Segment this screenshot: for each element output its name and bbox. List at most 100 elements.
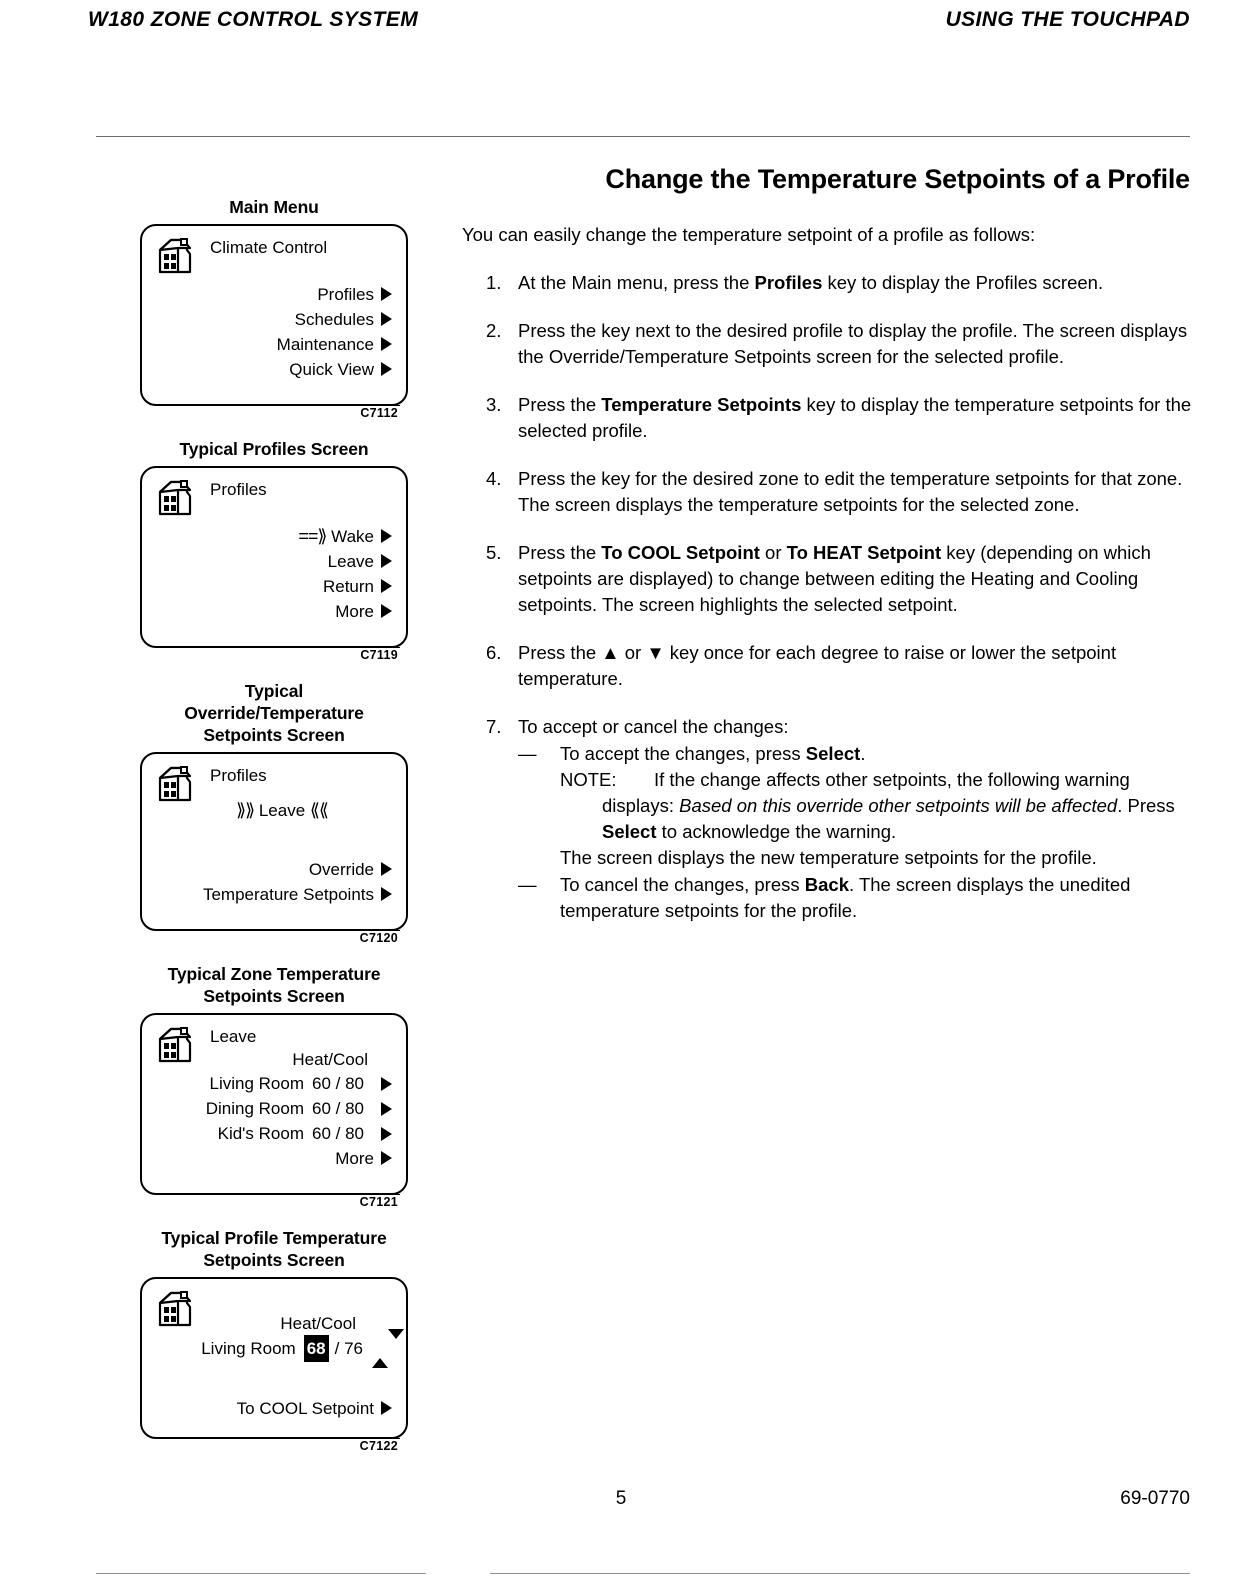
footer-rule-right	[490, 1573, 1190, 1574]
lcd-item-label: Maintenance	[276, 335, 374, 354]
step-number: 4.	[486, 467, 502, 489]
arrow-right-icon	[381, 1401, 392, 1415]
figure-column: Main Menu Climate Control Profiles Sched…	[140, 196, 408, 1453]
figure-caption: Typical Zone Temperature Setpoints Scree…	[140, 963, 408, 1007]
house-icon	[156, 236, 194, 281]
lcd-menu-item-quick-view[interactable]: Quick View	[154, 357, 392, 382]
arrow-right-icon	[381, 312, 392, 326]
arrow-right-icon	[381, 579, 392, 593]
figure-caption: Typical Profile Temperature Setpoints Sc…	[140, 1227, 408, 1271]
up-down-arrows-icon[interactable]	[372, 1329, 404, 1368]
arrow-right-icon	[381, 887, 392, 901]
intro-paragraph: You can easily change the temperature se…	[462, 223, 1036, 245]
house-icon	[156, 1025, 194, 1070]
step-number: 5.	[486, 541, 502, 563]
lcd-menu-item-return[interactable]: Return	[154, 574, 392, 599]
house-icon	[156, 1289, 194, 1334]
step-4: 4. Press the key for the desired zone to…	[462, 466, 1192, 518]
lcd-item-label: Return	[322, 577, 374, 596]
figure-caption-line: Typical Zone Temperature	[167, 964, 381, 984]
step-number: 2.	[486, 319, 502, 341]
dash-bullet: —	[518, 742, 537, 764]
lcd-selected-profile: ⟫⟫ Leave ⟪⟪	[172, 798, 392, 823]
header-left-title: W180 ZONE CONTROL SYSTEM	[88, 8, 419, 31]
lcd-item-label: More	[335, 602, 374, 621]
step-6: 6. Press the ▲ or ▼ key once for each de…	[462, 640, 1192, 692]
step-7-cancel-item: — To cancel the changes, press Back. The…	[518, 872, 1192, 924]
lcd-item-label: Leave	[327, 552, 374, 571]
step-7-after-note: The screen displays the new temperature …	[560, 846, 1097, 868]
step-3: 3. Press the Temperature Setpoints key t…	[462, 392, 1192, 444]
lcd-item-label: Profiles	[317, 285, 374, 304]
lcd-item-label: Schedules	[294, 310, 374, 329]
selected-profile-label: Leave	[258, 801, 306, 820]
lcd-menu-item-leave[interactable]: Leave	[154, 549, 392, 574]
lcd-zone-row-living-room[interactable]: Living Room 60 / 80	[154, 1071, 392, 1096]
arrow-right-icon	[381, 862, 392, 876]
lcd-zone-row-dining-room[interactable]: Dining Room 60 / 80	[154, 1096, 392, 1121]
figure-profiles-screen: Typical Profiles Screen Profiles ==⟫ Wak…	[140, 438, 408, 662]
step-text: Press the To COOL Setpoint or To HEAT Se…	[518, 541, 1151, 615]
selection-marker-left: ⟫⟫	[236, 800, 255, 820]
figure-caption: Typical Profiles Screen	[179, 439, 369, 459]
step-number: 3.	[486, 393, 502, 415]
instructions-column: You can easily change the temperature se…	[462, 203, 1192, 946]
heat-setpoint-value-selected[interactable]: 68	[303, 1335, 329, 1362]
lcd-item-label: Wake	[331, 527, 374, 546]
zone-setpoint-value: 60 / 80	[312, 1074, 364, 1093]
step-lead-text: To accept or cancel the changes:	[518, 715, 789, 737]
figure-caption-line: Typical	[244, 681, 304, 701]
zone-name: Dining Room	[205, 1099, 304, 1118]
lcd-item-label: Temperature Setpoints	[202, 885, 374, 904]
arrow-right-icon	[381, 604, 392, 618]
arrow-right-icon	[381, 1101, 392, 1116]
footer-document-code: 69-0770	[1120, 1488, 1190, 1509]
lcd-menu-item-temperature-setpoints[interactable]: Temperature Setpoints	[154, 882, 392, 907]
lcd-menu-item-schedules[interactable]: Schedules	[154, 307, 392, 332]
zone-setpoint-value: 60 / 80	[312, 1099, 364, 1118]
lcd-menu-item-more[interactable]: More	[154, 599, 392, 624]
figure-caption-line: Typical Profile Temperature	[161, 1228, 387, 1248]
cool-setpoint-value: / 76	[334, 1339, 363, 1358]
lcd-item-label: Quick View	[289, 360, 374, 379]
step-7-accept-item: — To accept the changes, press Select.	[518, 741, 1192, 767]
lcd-menu-item-more[interactable]: More	[154, 1146, 392, 1171]
lcd-screen-main-menu: Climate Control Profiles Schedules Maint…	[140, 224, 408, 420]
figure-caption-line: Setpoints Screen	[203, 1250, 345, 1270]
lcd-menu-item-to-cool-setpoint[interactable]: To COOL Setpoint	[154, 1396, 392, 1421]
step-text: Press the Temperature Setpoints key to d…	[518, 393, 1192, 441]
arrow-right-icon	[381, 337, 392, 351]
figure-caption: Main Menu	[229, 197, 319, 217]
figure-caption-line: Override/Temperature	[184, 703, 364, 723]
page-title: Change the Temperature Setpoints of a Pr…	[605, 164, 1190, 195]
lcd-menu-item-maintenance[interactable]: Maintenance	[154, 332, 392, 357]
house-icon	[156, 478, 194, 523]
lcd-menu-item-wake[interactable]: ==⟫ Wake	[154, 524, 392, 549]
figure-override-setpoints-screen: Typical Override/Temperature Setpoints S…	[140, 680, 408, 945]
step-7: 7. To accept or cancel the changes: — To…	[462, 714, 1192, 924]
figure-id: C7112	[358, 405, 400, 420]
lcd-zone-row-kids-room[interactable]: Kid's Room 60 / 80	[154, 1121, 392, 1146]
lcd-title	[210, 1289, 392, 1313]
page-header: W180 ZONE CONTROL SYSTEM USING THE TOUCH…	[88, 8, 1190, 42]
accept-text: To accept the changes, press Select.	[560, 742, 866, 764]
lcd-title: Profiles	[210, 480, 267, 499]
step-1: 1. At the Main menu, press the Profiles …	[462, 270, 1192, 296]
footer-page-number: 5	[615, 1488, 627, 1509]
selection-marker-right: ⟪⟪	[309, 800, 329, 820]
footer-rule-left	[96, 1573, 426, 1574]
step-2: 2. Press the key next to the desired pro…	[462, 318, 1192, 370]
lcd-menu-item-override[interactable]: Override	[154, 857, 392, 882]
figure-id: C7120	[357, 930, 400, 945]
step-5: 5. Press the To COOL Setpoint or To HEAT…	[462, 540, 1192, 618]
note-label: NOTE:	[560, 768, 617, 790]
header-right-title: USING THE TOUCHPAD	[945, 8, 1190, 31]
arrow-right-icon	[381, 1151, 392, 1165]
lcd-editable-setpoint-row[interactable]: Living Room 68 / 76	[154, 1329, 404, 1368]
arrow-right-icon	[381, 554, 392, 568]
figure-caption-line: Setpoints Screen	[203, 986, 345, 1006]
lcd-menu-item-profiles[interactable]: Profiles	[154, 282, 392, 307]
figure-caption-line: Setpoints Screen	[203, 725, 345, 745]
zone-name: Living Room	[209, 1074, 305, 1093]
lcd-screen-profiles: Profiles ==⟫ Wake Leave Return More C711…	[140, 466, 408, 662]
